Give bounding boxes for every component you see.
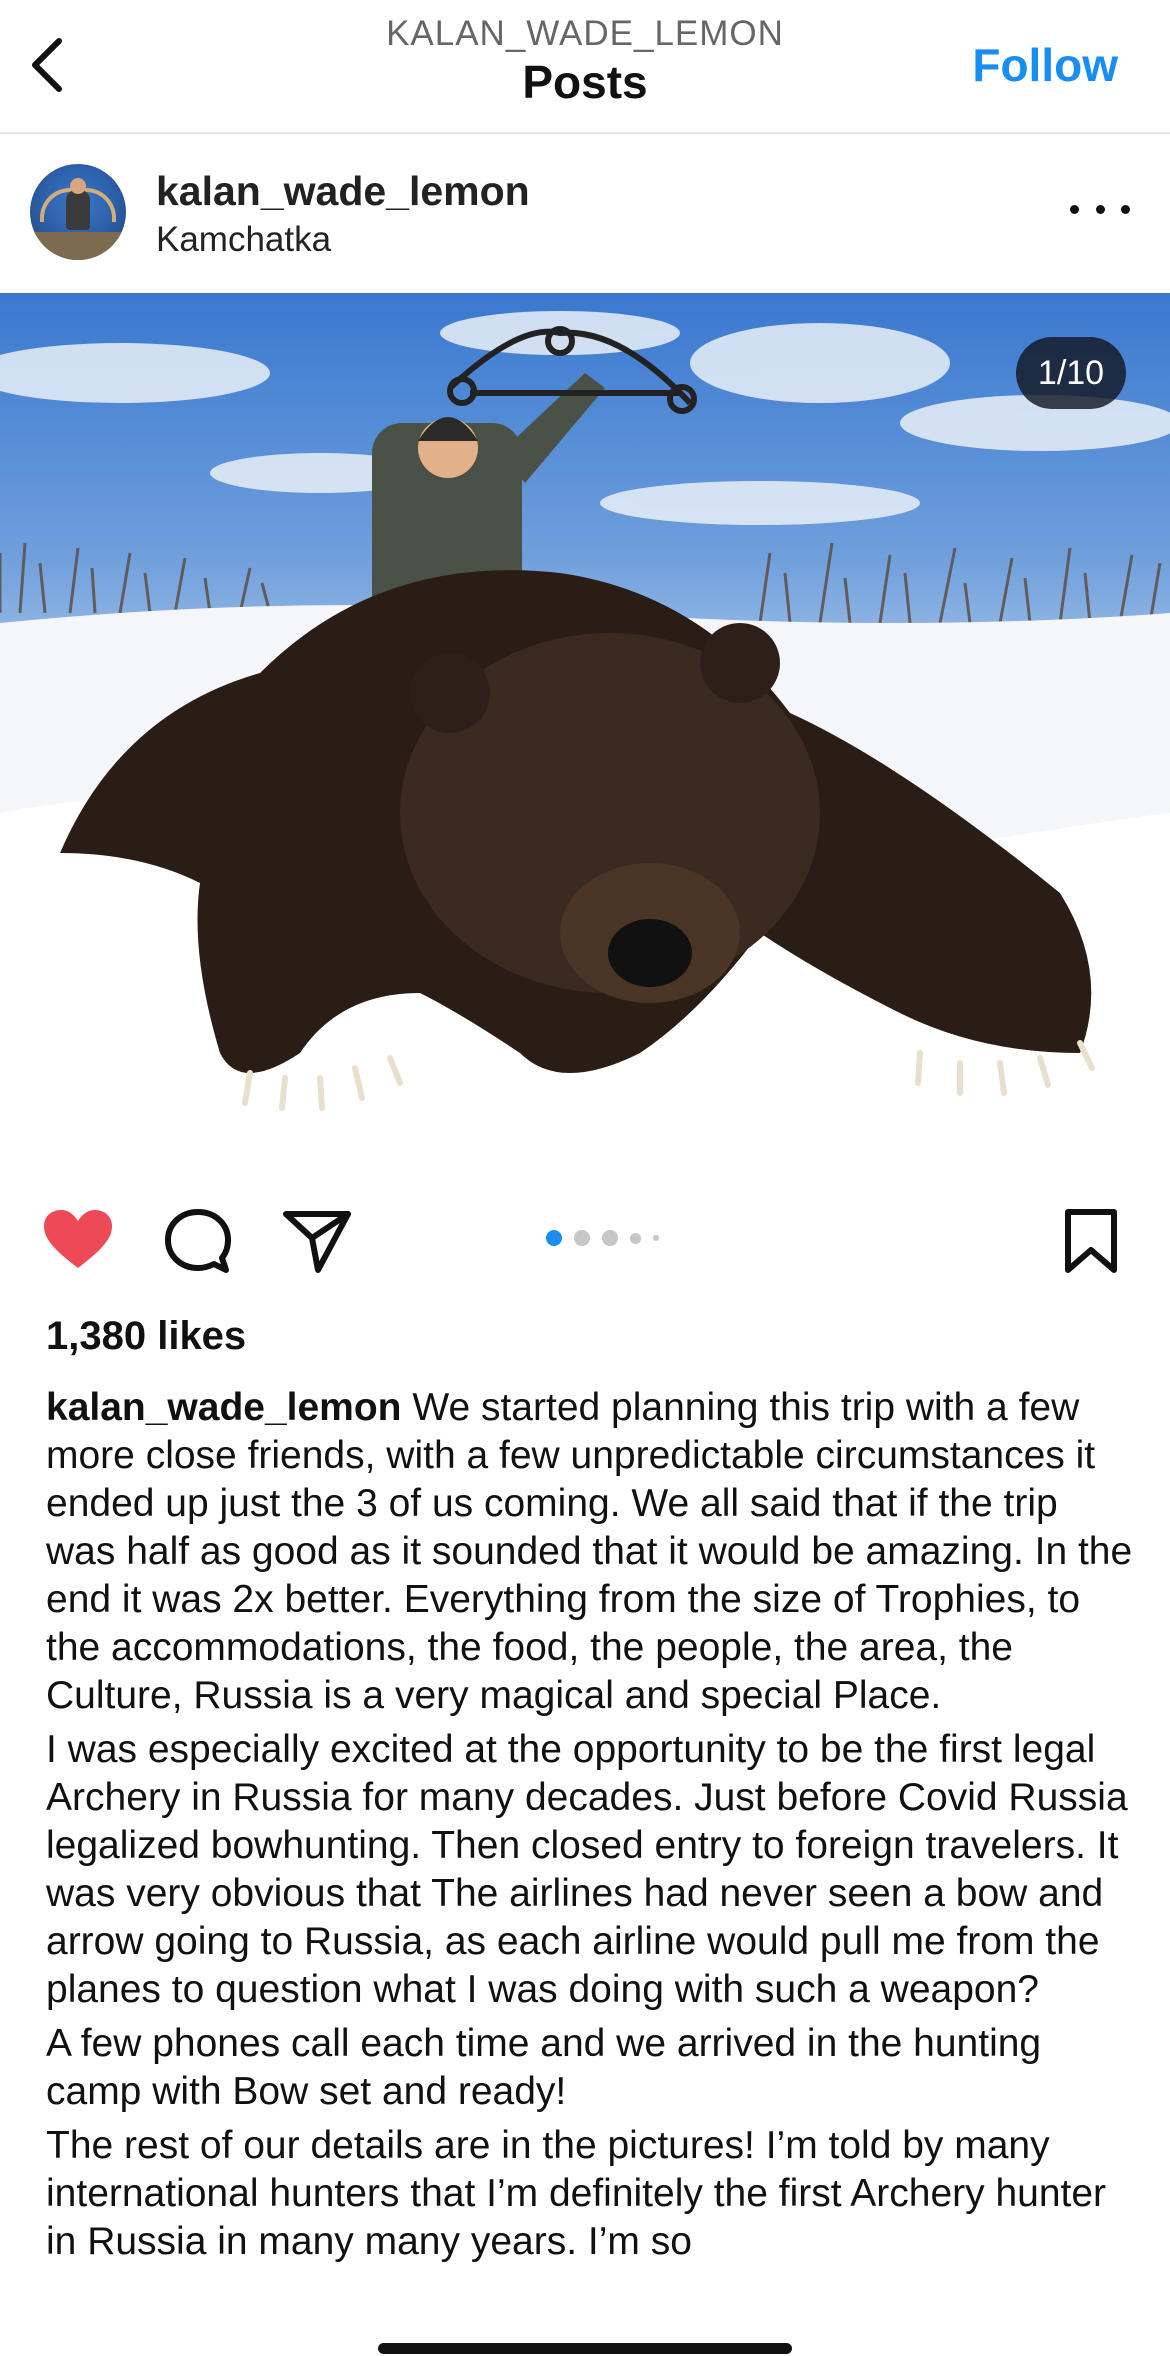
share-button[interactable] [282, 1208, 352, 1281]
follow-button[interactable]: Follow [972, 38, 1118, 92]
bookmark-icon [1065, 1209, 1117, 1273]
caption-paragraph: I was especially excited at the opportun… [46, 1728, 1128, 2011]
more-horizontal-icon [1070, 204, 1079, 214]
image-counter-badge: 1/10 [1016, 337, 1126, 409]
caption-paragraph: The rest of our details are in the pictu… [46, 2124, 1107, 2263]
post-location[interactable]: Kamchatka [156, 220, 331, 260]
caption-text: We started planning this trip with a few… [46, 1386, 1133, 1717]
post-caption: kalan_wade_lemon We started planning thi… [46, 1384, 1136, 2272]
top-nav-bar: KALAN_WADE_LEMON Posts Follow [0, 0, 1170, 134]
post-action-bar [0, 1172, 1170, 1312]
save-button[interactable] [1062, 1208, 1120, 1279]
post-image[interactable]: 1/10 [0, 293, 1170, 1170]
comment-bubble-icon [165, 1209, 231, 1273]
heart-filled-icon [44, 1210, 112, 1268]
caption-paragraph: A few phones call each time and we arriv… [46, 2022, 1042, 2113]
carousel-dot [574, 1230, 590, 1246]
carousel-dot-active [546, 1230, 562, 1246]
caption-paragraph: kalan_wade_lemon We started planning thi… [46, 1384, 1136, 1720]
carousel-dot [602, 1230, 618, 1246]
like-button[interactable] [42, 1208, 114, 1277]
carousel-indicator [546, 1230, 659, 1246]
post-photo-illustration [0, 311, 1170, 1170]
post-author-row: kalan_wade_lemon Kamchatka [0, 134, 1170, 292]
caption-username[interactable]: kalan_wade_lemon [46, 1386, 402, 1429]
carousel-dot [630, 1232, 641, 1244]
avatar[interactable] [30, 164, 126, 260]
home-indicator [378, 2343, 792, 2354]
comment-button[interactable] [164, 1208, 232, 1281]
likes-count[interactable]: 1,380 likes [46, 1314, 246, 1359]
more-options-button[interactable] [1070, 194, 1130, 224]
carousel-dot [653, 1235, 659, 1241]
paper-plane-icon [283, 1211, 351, 1273]
post-username[interactable]: kalan_wade_lemon [156, 168, 530, 215]
